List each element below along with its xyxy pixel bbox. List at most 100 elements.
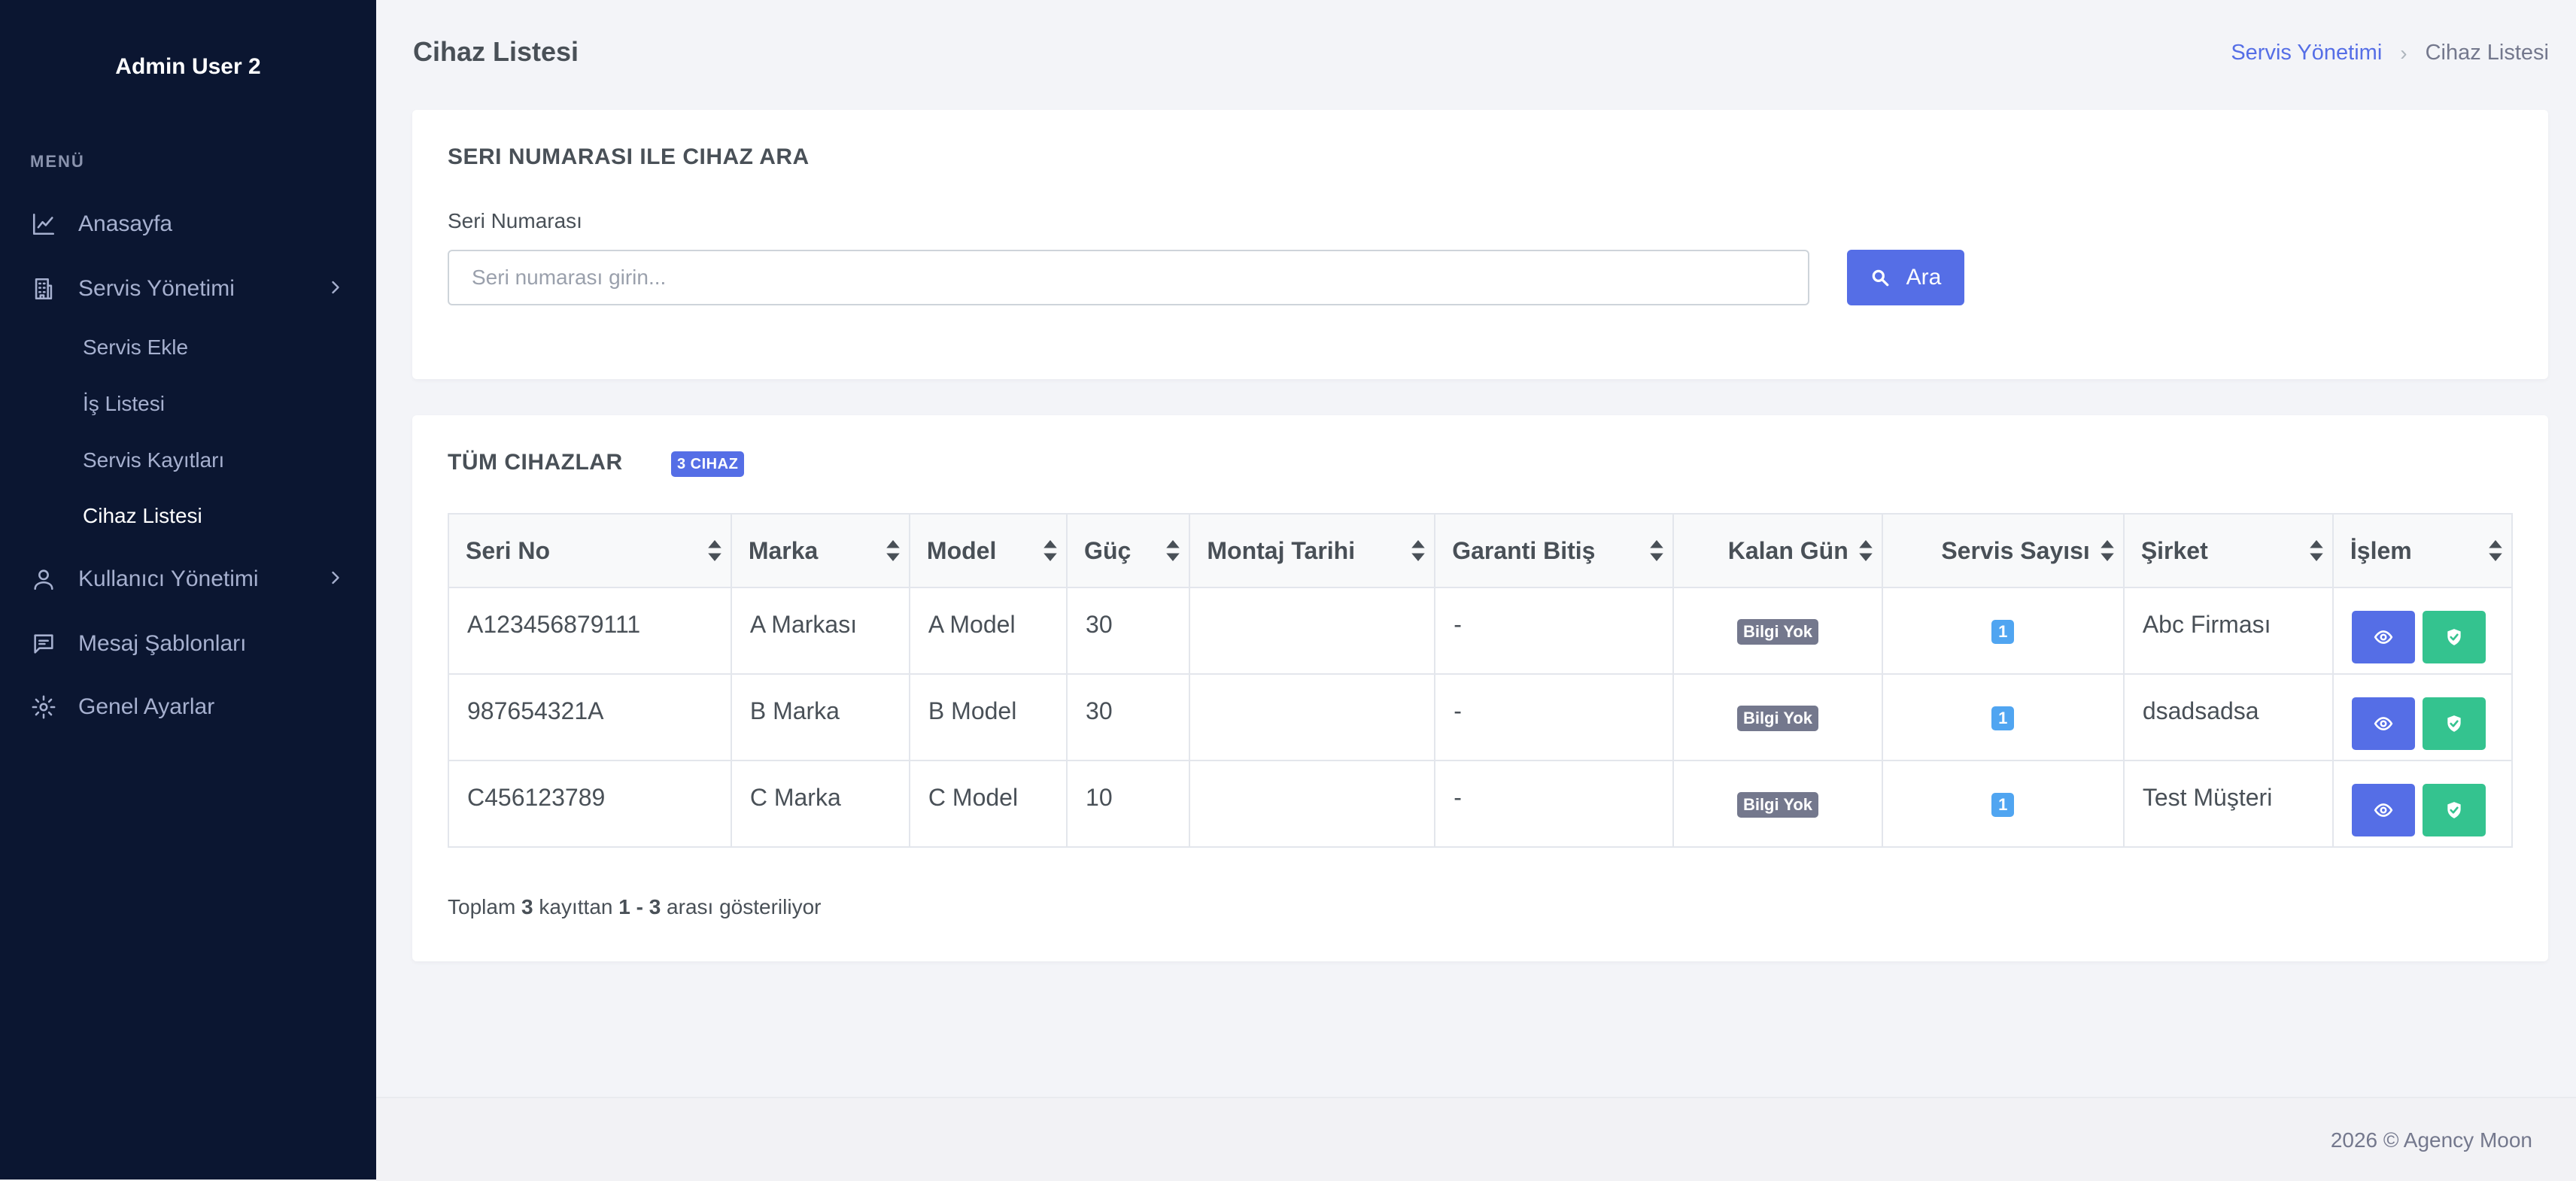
column-header[interactable]: Montaj Tarihi [1189,513,1436,588]
pagination-summary: Toplam 3 kayıttan 1 - 3 arası gösteriliy… [448,895,821,919]
search-button-label: Ara [1906,265,1942,290]
sidebar-subitem-servis-ekle[interactable]: Servis Ekle [83,335,188,360]
status-badge: Bilgi Yok [1736,792,1819,818]
footer: 2026 © Agency Moon [376,1097,2576,1181]
sort-icon [1411,540,1425,561]
cell-install-date [1189,587,1436,675]
cell-install-date [1189,673,1436,761]
breadcrumb-link[interactable]: Servis Yönetimi [2231,41,2382,65]
table-row: 987654321A B Marka B Model 30 - Bilgi Yo… [448,673,2514,761]
devices-card-title: TÜM CIHAZLAR [448,450,623,475]
column-header[interactable]: Kalan Gün [1672,513,1883,588]
devices-table: Seri No Marka Model Güç Montaj Tarihi Ga… [448,513,2514,848]
warranty-button[interactable] [2422,611,2486,663]
column-header-label: Seri No [466,536,551,564]
cell-service-count: 1 [1881,760,2125,848]
column-header[interactable]: Şirket [2122,513,2334,588]
column-header[interactable]: Model [908,513,1068,588]
count-badge: 1 [1991,620,2015,644]
view-button[interactable] [2351,784,2415,836]
cell-days-left: Bilgi Yok [1672,587,1883,675]
warranty-button[interactable] [2422,784,2486,836]
sidebar: Admin User 2 MENÜ Anasayfa Servis Yöneti… [0,0,376,1179]
gear-icon [30,694,57,721]
sort-icon [708,540,721,561]
building-icon [30,275,57,302]
breadcrumb-current: Cihaz Listesi [2425,41,2549,65]
serial-label: Seri Numarası [448,209,582,232]
count-badge: 1 [1991,706,2015,730]
cell-service-count: 1 [1881,587,2125,675]
cell-brand: B Marka [730,673,910,761]
warranty-button[interactable] [2422,697,2486,750]
sidebar-subitem-is-listesi[interactable]: İş Listesi [83,392,165,416]
column-header[interactable]: Garanti Bitiş [1434,513,1675,588]
search-card-title: SERI NUMARASI ILE CIHAZ ARA [448,144,810,169]
view-button[interactable] [2351,697,2415,750]
column-header-label: Montaj Tarihi [1207,536,1356,564]
cell-serial: 987654321A [448,673,732,761]
cell-company: dsadsadsa [2122,673,2334,761]
summary-range: 1 - 3 [618,895,661,918]
sort-icon [1650,540,1663,561]
user-icon [30,566,57,593]
column-header[interactable]: Servis Sayısı [1881,513,2125,588]
column-header[interactable]: Seri No [448,513,732,588]
summary-text: arası gösteriliyor [661,895,822,918]
cell-company: Abc Firması [2122,587,2334,675]
breadcrumb: Servis Yönetimi › Cihaz Listesi [2231,41,2549,65]
cell-warranty-end: - [1434,673,1675,761]
cell-install-date [1189,760,1436,848]
sidebar-subitem-cihaz-listesi[interactable]: Cihaz Listesi [83,504,202,528]
status-badge: Bilgi Yok [1736,619,1819,645]
column-header-label: Kalan Gün [1727,536,1848,564]
search-icon [1872,269,1889,287]
sort-icon [2310,540,2323,561]
column-header-label: Güç [1084,536,1132,564]
chart-line-icon [30,211,57,238]
eye-icon [2374,803,2393,817]
summary-text: Toplam [448,895,522,918]
shield-check-icon [2447,715,2461,732]
sidebar-item-label: Mesaj Şablonları [78,631,247,656]
sort-icon [886,540,900,561]
sidebar-item-label: Kullanıcı Yönetimi [78,566,259,591]
sidebar-item-label: Genel Ayarlar [78,694,215,719]
cell-warranty-end: - [1434,760,1675,848]
sort-icon [2489,540,2502,561]
cell-power: 10 [1066,760,1191,848]
sidebar-item-mesaj-sablonlari[interactable]: Mesaj Şablonları [30,621,346,666]
cell-model: A Model [908,587,1068,675]
cell-company: Test Müşteri [2122,760,2334,848]
main-content: Cihaz Listesi Servis Yönetimi › Cihaz Li… [376,0,2576,1181]
cell-brand: A Markası [730,587,910,675]
chevron-right-icon [332,571,339,584]
shield-check-icon [2447,802,2461,818]
cell-warranty-end: - [1434,587,1675,675]
sidebar-item-label: Servis Yönetimi [78,276,235,301]
sort-icon [1166,540,1180,561]
page-title: Cihaz Listesi [413,36,579,67]
cell-days-left: Bilgi Yok [1672,673,1883,761]
sidebar-item-kullanici-yonetimi[interactable]: Kullanıcı Yönetimi [30,557,346,602]
column-header[interactable]: İşlem [2331,513,2514,588]
menu-title: MENÜ [30,152,85,171]
cell-model: B Model [908,673,1068,761]
sidebar-item-anasayfa[interactable]: Anasayfa [30,202,346,247]
view-button[interactable] [2351,611,2415,663]
column-header-label: Model [926,536,997,564]
cell-actions [2331,587,2514,675]
shield-check-icon [2447,629,2461,645]
serial-search-input[interactable] [448,250,1809,305]
sidebar-item-genel-ayarlar[interactable]: Genel Ayarlar [30,685,346,730]
column-header[interactable]: Marka [730,513,910,588]
sidebar-item-servis-yonetimi[interactable]: Servis Yönetimi [30,266,346,311]
cell-brand: C Marka [730,760,910,848]
user-name[interactable]: Admin User 2 [0,54,376,80]
sidebar-subitem-servis-kayitlari[interactable]: Servis Kayıtları [83,448,224,472]
status-badge: Bilgi Yok [1736,706,1819,731]
eye-icon [2374,717,2393,730]
sidebar-item-label: Anasayfa [78,211,173,236]
search-button[interactable]: Ara [1847,250,1964,305]
column-header[interactable]: Güç [1066,513,1191,588]
